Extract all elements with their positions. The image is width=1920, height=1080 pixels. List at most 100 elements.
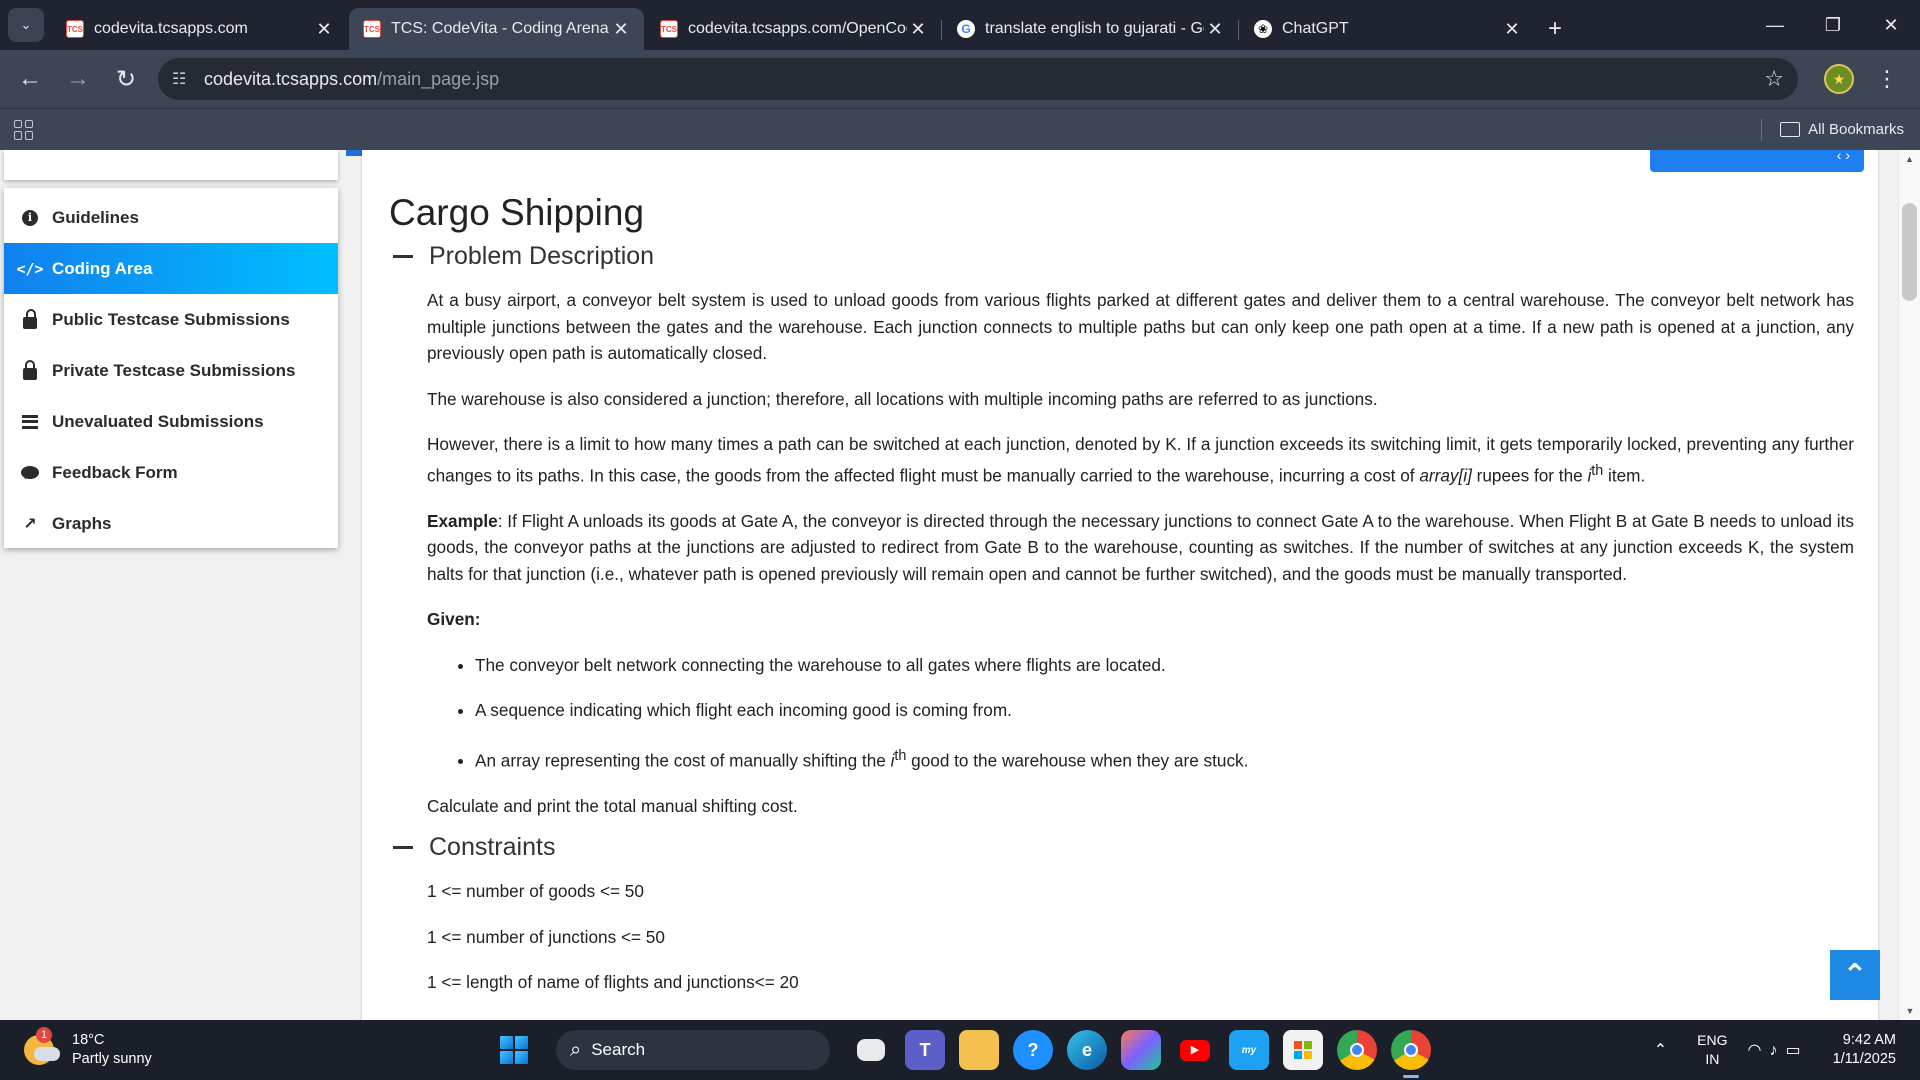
tab-2-active[interactable]: TCS TCS: CodeVita - Coding Arena ✕ [349,8,644,50]
problem-description-heading[interactable]: Problem Description [389,242,1854,271]
folder-icon [1780,122,1801,137]
site-settings-icon[interactable]: ☷ [172,69,196,89]
close-window-button[interactable]: ✕ [1862,0,1920,50]
section-title: Constraints [429,833,556,862]
collapse-icon[interactable] [393,846,413,850]
apps-grid-icon[interactable] [14,119,34,140]
taskbar-search[interactable]: ⌕ Search [556,1030,830,1070]
taskbar-clock[interactable]: 9:42 AM 1/11/2025 [1833,1031,1896,1069]
weather-temp: 18°C [72,1032,105,1048]
arrow-left-icon: ← [18,65,42,92]
tab-5[interactable]: ❀ ChatGPT ✕ [1238,8,1535,50]
chrome-icon[interactable] [1337,1030,1377,1070]
weather-widget[interactable]: 1 18°C Partly sunny [24,1027,152,1069]
weather-text: 18°C Partly sunny [72,1031,152,1069]
task-view-icon[interactable] [857,1039,885,1061]
info-icon: i [18,209,42,226]
sidebar-header-card [4,150,338,180]
url-text: codevita.tcsapps.com/main_page.jsp [204,69,499,90]
microsoft-store-icon[interactable] [1283,1030,1323,1070]
close-icon[interactable]: ✕ [313,19,335,40]
url-host: codevita.tcsapps.com [204,68,378,89]
lock-icon [18,359,42,380]
windows-taskbar: 1 18°C Partly sunny ⌕ Search T ? e ▶ my … [0,1020,1920,1080]
tcs-icon: TCS [363,20,381,38]
close-icon[interactable]: ✕ [1204,19,1226,40]
wifi-volume-battery-icons[interactable]: ◠♪▭ [1747,1040,1808,1060]
reload-button[interactable]: ↻ [104,57,148,101]
help-icon[interactable]: ? [1013,1030,1053,1070]
list-item: An array representing the cost of manual… [475,743,1854,774]
language-indicator[interactable]: ENG IN [1697,1031,1727,1069]
constraint-item: 1 <= number of junctions <= 50 [427,926,665,947]
clock-date: 1/11/2025 [1832,1051,1896,1067]
profile-avatar[interactable]: ★ [1824,64,1854,94]
forward-button[interactable]: → [56,57,100,101]
chart-icon: ↗ [23,515,37,533]
sidebar-item-label: Feedback Form [52,462,178,482]
problem-title: Cargo Shipping [389,192,645,233]
sidebar-item-public-testcase-submissions[interactable]: Public Testcase Submissions [4,294,338,345]
sidebar-nav: i Guidelines </> Coding Area Public Test… [4,188,338,548]
copilot-icon[interactable] [1121,1030,1161,1070]
chevron-down-icon: ⌄ [20,17,32,32]
arrow-right-icon: → [66,65,90,92]
minimize-button[interactable]: — [1746,0,1804,50]
windows-start-icon[interactable] [500,1036,528,1064]
sidebar-item-label: Public Testcase Submissions [52,309,290,329]
sidebar-item-feedback-form[interactable]: Feedback Form [4,447,338,498]
sidebar-item-coding-area[interactable]: </> Coding Area [4,243,338,294]
tab-search-button[interactable]: ⌄ [8,8,44,42]
url-path: /main_page.jsp [377,68,500,89]
example-label: Example [427,510,498,531]
all-bookmarks-button[interactable]: All Bookmarks [1780,121,1904,138]
file-explorer-icon[interactable] [959,1030,999,1070]
chevron-up-icon[interactable]: ⌃ [1654,1040,1667,1060]
close-icon[interactable]: ✕ [1501,19,1523,40]
top-action-button[interactable]: ‹ › [1650,150,1864,172]
constraints-body: 1 <= number of goods <= 50 1 <= number o… [427,878,1854,996]
sidebar-item-private-testcase-submissions[interactable]: Private Testcase Submissions [4,345,338,396]
youtube-icon[interactable]: ▶ [1175,1030,1215,1070]
sidebar-item-graphs[interactable]: ↗ Graphs [4,498,338,549]
problem-content: Cargo Shipping Problem Description At a … [389,192,1854,1015]
close-icon[interactable]: ✕ [610,19,632,40]
sidebar-item-guidelines[interactable]: i Guidelines [4,192,338,243]
close-icon[interactable]: ✕ [907,19,929,40]
tab-strip: ⌄ TCS codevita.tcsapps.com ✕ TCS TCS: Co… [0,0,1920,50]
myhp-icon[interactable]: my [1229,1030,1269,1070]
page-viewport: i Guidelines </> Coding Area Public Test… [0,150,1920,1020]
back-button[interactable]: ← [8,57,52,101]
scroll-to-top-button[interactable]: ⌃ [1830,950,1880,1000]
restore-button[interactable]: ❐ [1804,0,1862,50]
scroll-up-arrow-icon[interactable]: ▲ [1899,150,1920,168]
plus-icon: + [1547,15,1562,42]
sidebar-item-unevaluated-submissions[interactable]: Unevaluated Submissions [4,396,338,447]
menu-kebab-icon[interactable]: ⋮ [1876,66,1898,92]
chevron-up-icon: ⌃ [1842,958,1868,992]
search-label: Search [591,1040,646,1059]
all-bookmarks-label: All Bookmarks [1808,121,1904,138]
tab-3[interactable]: TCS codevita.tcsapps.com/OpenCod ✕ [646,8,941,50]
tab-1[interactable]: TCS codevita.tcsapps.com ✕ [52,8,347,50]
list-item: The conveyor belt network connecting the… [475,652,1854,679]
tab-title: TCS: CodeVita - Coding Arena [391,20,609,37]
bookmark-star-icon[interactable]: ☆ [1764,66,1784,92]
reload-icon: ↻ [115,65,137,93]
unlock-icon [18,308,42,329]
page-scrollbar[interactable]: ▲ ▼ [1898,150,1920,1020]
constraints-heading[interactable]: Constraints [389,833,1854,862]
minimize-icon: — [1766,14,1784,35]
edge-icon[interactable]: e [1067,1030,1107,1070]
paragraph-2: The warehouse is also considered a junct… [427,388,1378,409]
new-tab-button[interactable]: + [1537,8,1573,50]
teams-icon[interactable]: T [905,1030,945,1070]
chrome-profile-icon[interactable] [1391,1030,1431,1078]
paragraph-1: At a busy airport, a conveyor belt syste… [427,290,1854,363]
region-code: IN [1705,1051,1720,1067]
scroll-down-arrow-icon[interactable]: ▼ [1899,1002,1920,1020]
scrollbar-thumb[interactable] [1902,203,1917,301]
collapse-icon[interactable] [393,255,413,258]
address-bar[interactable]: ☷ codevita.tcsapps.com/main_page.jsp ☆ [158,58,1798,100]
tab-4[interactable]: G translate english to gujarati - Go ✕ [941,8,1238,50]
